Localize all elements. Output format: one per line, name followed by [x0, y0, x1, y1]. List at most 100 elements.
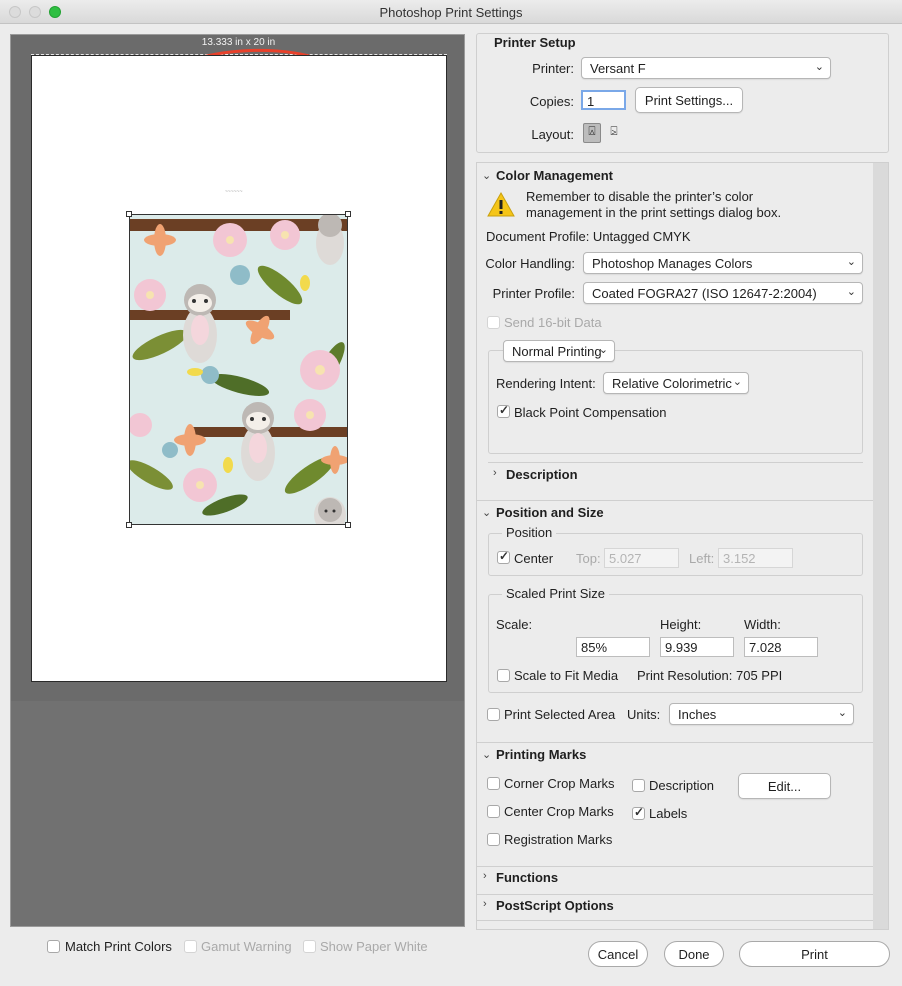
paper-sheet: ~~~~~~ [31, 55, 447, 682]
printer-profile-label: Printer Profile: [492, 286, 575, 301]
printer-color-warning: Remember to disable the printer’s color … [526, 189, 782, 220]
title-bar: Photoshop Print Settings [0, 0, 902, 24]
printer-label: Printer: [532, 61, 574, 76]
print-preview: 13.333 in x 20 in ~~~~~~ [10, 34, 465, 927]
print-selected-area-checkbox[interactable] [487, 708, 500, 721]
print-button[interactable]: Print [739, 941, 890, 967]
normal-printing-select[interactable]: Normal Printing ⌄ [503, 340, 615, 362]
position-size-title: Position and Size [496, 505, 604, 520]
color-management-chevron-icon[interactable]: ⌄ [482, 169, 491, 182]
center-label: Center [514, 551, 554, 566]
resize-handle-bottom-right[interactable] [345, 522, 351, 528]
left-input: 3.152 [718, 548, 793, 568]
separator [477, 920, 873, 921]
position-size-chevron-icon[interactable]: ⌄ [482, 506, 491, 519]
normal-printing-value: Normal Printing [512, 344, 602, 359]
postscript-chevron-icon[interactable]: › [483, 898, 487, 910]
send-16bit-label: Send 16-bit Data [504, 315, 602, 330]
resize-handle-top-left[interactable] [126, 211, 132, 217]
chevron-down-icon: ⌄ [814, 61, 824, 73]
scale-label: Scale: [496, 617, 533, 632]
description-checkbox[interactable] [632, 779, 645, 792]
width-input[interactable]: 7.028 [744, 637, 818, 657]
chevron-down-icon: ⌄ [732, 376, 742, 388]
separator [477, 894, 873, 895]
printer-profile-select[interactable]: Coated FOGRA27 (ISO 12647-2:2004) ⌄ [583, 282, 863, 304]
document-profile: Document Profile: Untagged CMYK [486, 229, 691, 244]
printer-value: Versant F [590, 61, 646, 76]
description-chevron-icon[interactable]: › [493, 467, 497, 479]
printer-setup-title: Printer Setup [494, 35, 576, 50]
scale-input[interactable]: 85% [576, 637, 650, 657]
functions-section-title[interactable]: Functions [496, 870, 558, 885]
scrollbar-track[interactable] [873, 163, 888, 929]
functions-chevron-icon[interactable]: › [483, 870, 487, 882]
print-image[interactable] [129, 214, 348, 525]
sloth-floral-pattern [130, 215, 347, 524]
registration-marks-checkbox[interactable] [487, 833, 500, 846]
portrait-layout-icon[interactable]: ⍓ [583, 123, 601, 143]
printing-marks-chevron-icon[interactable]: ⌄ [482, 748, 491, 761]
copies-input[interactable]: 1 [581, 90, 626, 110]
scaled-print-size-legend: Scaled Print Size [502, 586, 609, 601]
separator [477, 742, 873, 743]
rendering-intent-value: Relative Colorimetric [612, 376, 732, 391]
units-label: Units: [627, 707, 661, 722]
labels-checkbox[interactable] [632, 805, 645, 820]
units-value: Inches [678, 707, 717, 722]
resize-handle-top-right[interactable] [345, 211, 351, 217]
description-section-title[interactable]: Description [506, 467, 578, 482]
color-handling-label: Color Handling: [485, 256, 575, 271]
chevron-down-icon: ⌄ [846, 256, 856, 268]
edit-button[interactable]: Edit... [738, 773, 831, 799]
print-selected-area-label: Print Selected Area [504, 707, 616, 722]
match-print-colors-checkbox[interactable] [47, 940, 60, 953]
cancel-button[interactable]: Cancel [588, 941, 648, 967]
black-point-compensation-checkbox[interactable] [497, 403, 510, 418]
window-title: Photoshop Print Settings [379, 5, 523, 20]
scale-to-fit-checkbox[interactable] [497, 669, 510, 682]
gamut-warning-label: Gamut Warning [201, 939, 292, 954]
height-label: Height: [660, 617, 702, 632]
color-handling-value: Photoshop Manages Colors [592, 256, 753, 271]
printer-profile-value: Coated FOGRA27 (ISO 12647-2:2004) [592, 286, 817, 301]
layout-label: Layout: [531, 127, 574, 142]
separator [477, 866, 873, 867]
height-input[interactable]: 9.939 [660, 637, 734, 657]
print-settings-button[interactable]: Print Settings... [635, 87, 743, 113]
chevron-down-icon: ⌄ [846, 286, 856, 298]
color-handling-select[interactable]: Photoshop Manages Colors ⌄ [583, 252, 863, 274]
description-mark-label: Description [649, 778, 715, 793]
black-point-compensation-label: Black Point Compensation [514, 405, 667, 420]
scale-to-fit-label: Scale to Fit Media [514, 668, 619, 683]
center-crop-marks-checkbox[interactable] [487, 805, 500, 818]
rendering-intent-label: Rendering Intent: [496, 376, 596, 391]
color-management-title: Color Management [496, 168, 614, 183]
left-label: Left: [689, 551, 715, 566]
width-label: Width: [744, 617, 781, 632]
image-caption-label: ~~~~~~ [225, 189, 243, 195]
postscript-section-title[interactable]: PostScript Options [496, 898, 614, 913]
match-print-colors-label: Match Print Colors [65, 939, 172, 954]
resize-handle-bottom-left[interactable] [126, 522, 132, 528]
units-select[interactable]: Inches ⌄ [669, 703, 854, 725]
separator [477, 500, 873, 501]
send-16bit-checkbox [487, 316, 500, 329]
corner-crop-marks-checkbox[interactable] [487, 777, 500, 790]
position-legend: Position [502, 525, 557, 540]
printer-select[interactable]: Versant F ⌄ [581, 57, 831, 79]
center-checkbox[interactable] [497, 549, 510, 564]
registration-marks-label: Registration Marks [504, 832, 613, 847]
chevron-down-icon: ⌄ [837, 707, 847, 719]
separator [488, 462, 863, 463]
done-button[interactable]: Done [664, 941, 724, 967]
chevron-down-icon: ⌄ [598, 344, 608, 356]
paper-size-label: 13.333 in x 20 in [201, 37, 276, 48]
show-paper-white-checkbox [303, 940, 316, 953]
normal-printing-group [488, 350, 863, 454]
rendering-intent-select[interactable]: Relative Colorimetric ⌄ [603, 372, 749, 394]
warning-icon [487, 192, 515, 217]
landscape-layout-icon[interactable]: ⍄ [605, 124, 623, 142]
gamut-warning-checkbox [184, 940, 197, 953]
show-paper-white-label: Show Paper White [320, 939, 428, 954]
